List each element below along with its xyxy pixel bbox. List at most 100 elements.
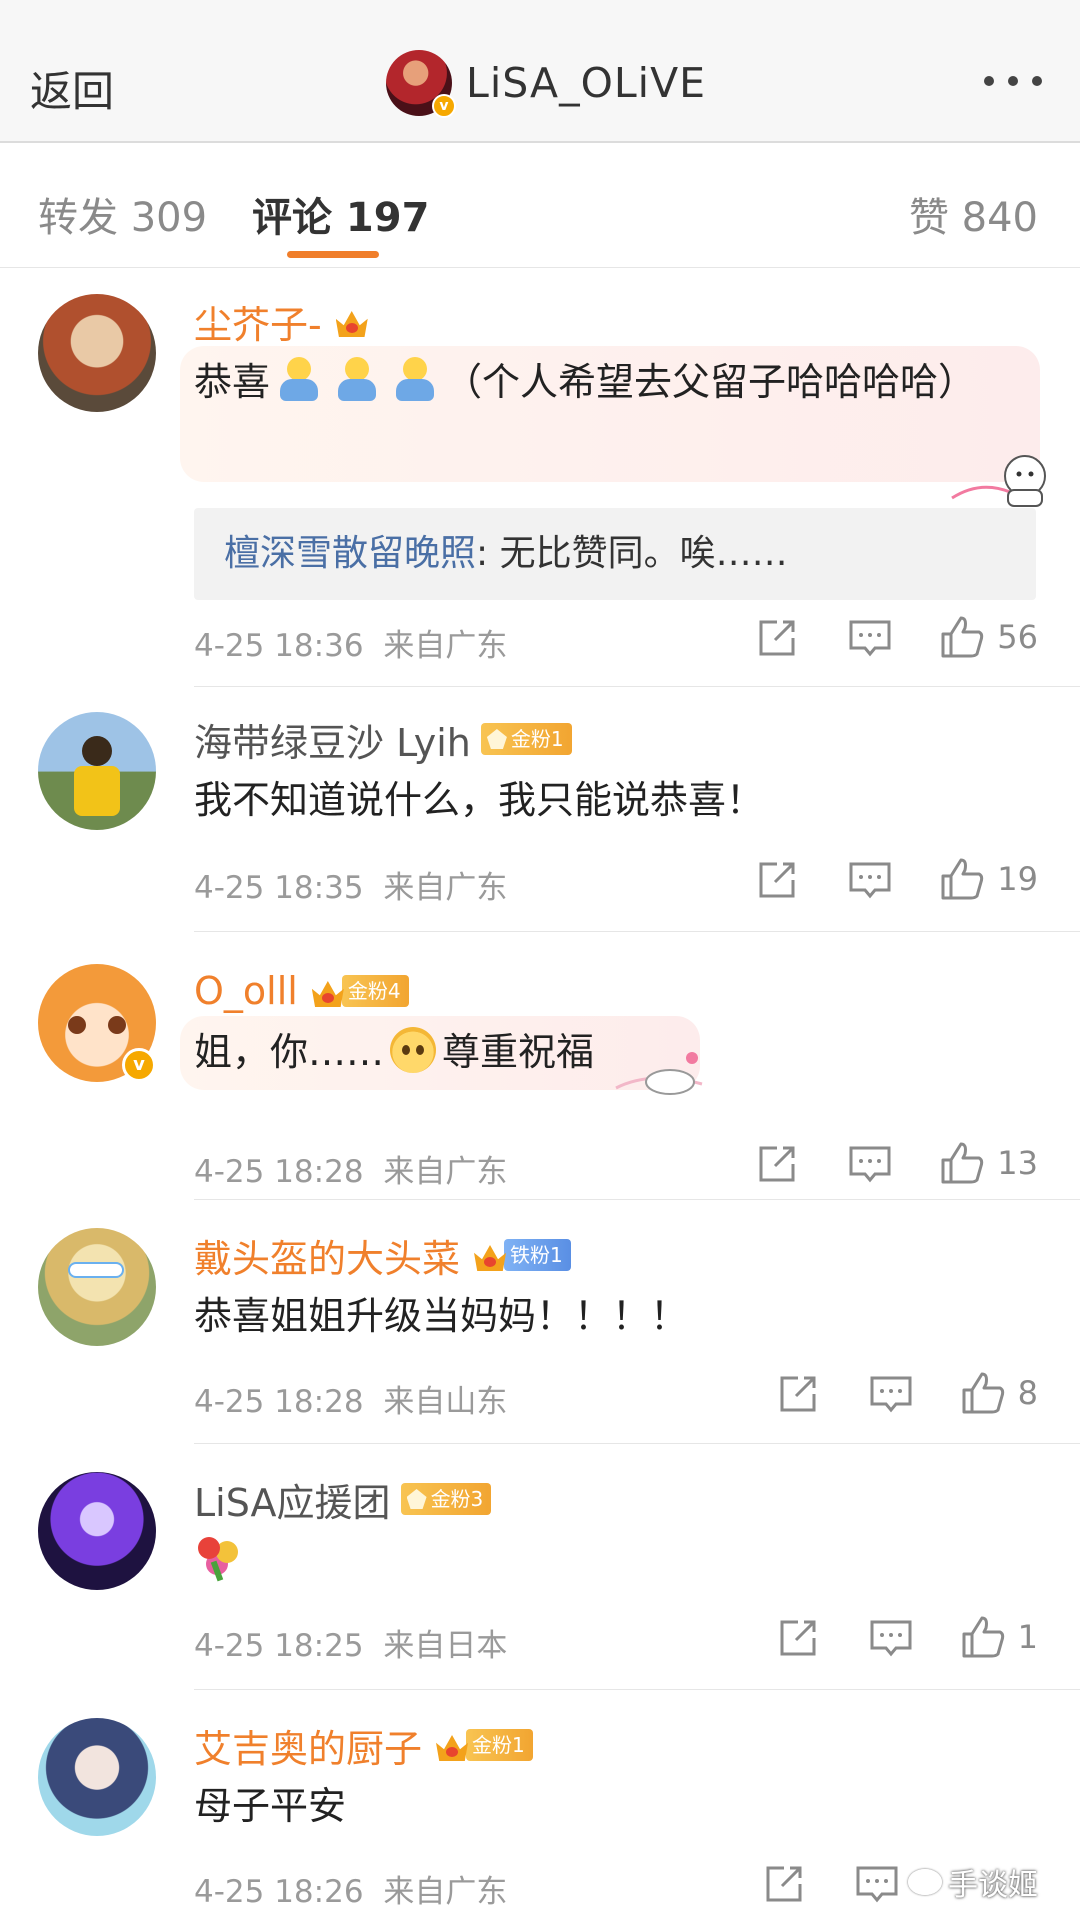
timestamp: 4-25 18:26 xyxy=(194,1874,364,1910)
avatar[interactable]: v xyxy=(386,50,456,118)
profile-title[interactable]: v LiSA_OLiVE xyxy=(386,48,706,118)
location: 来自广东 xyxy=(383,1154,508,1190)
dot-icon xyxy=(1008,76,1018,86)
timestamp: 4-25 18:28 xyxy=(194,1384,364,1420)
like-count: 8 xyxy=(1017,1374,1038,1412)
name-row: LiSA应援团 金粉3 xyxy=(194,1472,492,1527)
reply-icon[interactable] xyxy=(868,1370,914,1416)
comment-actions: 8 xyxy=(776,1370,1038,1416)
fan-badge: 金粉4 xyxy=(341,975,409,1007)
share-icon[interactable] xyxy=(755,614,801,660)
tab-repost[interactable]: 转发 309 xyxy=(38,185,207,243)
avatar[interactable] xyxy=(38,712,156,830)
comment-meta: 4-25 18:26 来自广东 xyxy=(194,1866,507,1911)
page-title: LiSA_OLiVE xyxy=(466,59,707,107)
comment-text: 恭喜 （个人希望去父留子哈哈哈哈） xyxy=(194,352,1014,413)
crown-icon xyxy=(332,301,372,341)
reply-username[interactable]: 檀深雪散留晚照 xyxy=(224,533,476,574)
crown-icon xyxy=(470,1235,510,1275)
reply-icon[interactable] xyxy=(847,856,893,902)
like-count: 19 xyxy=(997,860,1038,898)
like-icon[interactable] xyxy=(960,1614,1006,1660)
comment-meta: 4-25 18:36 来自广东 xyxy=(194,620,507,665)
pleading-face-emoji-icon xyxy=(390,1027,437,1073)
reply-icon[interactable] xyxy=(847,1140,893,1186)
comment-text: 我不知道说什么，我只能说恭喜！ xyxy=(194,778,765,822)
verified-badge: v xyxy=(432,94,456,118)
timestamp: 4-25 18:35 xyxy=(194,870,364,906)
like-count: 1 xyxy=(1017,1618,1038,1656)
share-icon[interactable] xyxy=(776,1370,822,1416)
share-icon[interactable] xyxy=(762,1860,808,1906)
tab-like[interactable]: 赞 840 xyxy=(909,185,1038,243)
fan-badge-label: 金粉3 xyxy=(430,1487,484,1511)
like-count: 13 xyxy=(997,1144,1038,1182)
fan-badge: 金粉1 xyxy=(466,1729,533,1761)
divider xyxy=(194,686,1080,687)
comment-text-part: （个人希望去父留子哈哈哈哈） xyxy=(444,360,977,404)
hug-emoji-icon xyxy=(392,357,438,403)
username[interactable]: LiSA应援团 xyxy=(194,1472,391,1527)
comment-actions: 13 xyxy=(755,1140,1038,1186)
share-icon[interactable] xyxy=(755,856,801,902)
timestamp: 4-25 18:28 xyxy=(194,1154,364,1190)
username[interactable]: 海带绿豆沙 Lyih xyxy=(194,712,471,767)
timestamp: 4-25 18:25 xyxy=(194,1628,364,1664)
comment-meta: 4-25 18:28 来自山东 xyxy=(194,1376,507,1421)
comment-actions xyxy=(762,1860,900,1906)
username[interactable]: O_olll xyxy=(194,969,298,1013)
avatar[interactable] xyxy=(38,1718,156,1836)
name-row: 海带绿豆沙 Lyih 金粉1 xyxy=(194,712,572,767)
comment-text: 姐，你…… 尊重祝福 xyxy=(194,1022,594,1083)
share-icon[interactable] xyxy=(755,1140,801,1186)
avatar[interactable] xyxy=(38,1228,156,1346)
location: 来自广东 xyxy=(383,870,508,906)
crown-icon xyxy=(432,1725,472,1765)
avatar[interactable] xyxy=(38,294,156,412)
comment-meta: 4-25 18:28 来自广东 xyxy=(194,1146,507,1191)
reply-icon[interactable] xyxy=(854,1860,900,1906)
tab-bar: 转发 309 评论 197 赞 840 xyxy=(0,145,1080,268)
flower-emoji-icon xyxy=(194,1535,240,1581)
dot-icon xyxy=(1032,76,1042,86)
like-icon[interactable] xyxy=(939,1140,985,1186)
location: 来自广东 xyxy=(383,1874,508,1910)
reply-icon[interactable] xyxy=(868,1614,914,1660)
comment-text: 母子平安 xyxy=(194,1784,347,1828)
verified-badge: v xyxy=(122,1048,156,1082)
gem-icon xyxy=(406,1489,427,1509)
wechat-icon xyxy=(908,1869,942,1895)
comment-text-part: 姐，你…… xyxy=(194,1030,385,1074)
username[interactable]: 艾吉奥的厨子 xyxy=(194,1718,422,1773)
comment-actions: 56 xyxy=(755,614,1038,660)
username[interactable]: 尘芥子- xyxy=(194,294,322,349)
comment-meta: 4-25 18:35 来自广东 xyxy=(194,862,507,907)
avatar[interactable] xyxy=(38,1472,156,1590)
name-row: 艾吉奥的厨子 金粉1 xyxy=(194,1718,533,1773)
comment-text: 恭喜姐姐升级当妈妈！！！！ xyxy=(194,1294,689,1338)
more-button[interactable] xyxy=(984,76,1042,86)
reply-preview[interactable]: 檀深雪散留晚照: 无比赞同。唉…… xyxy=(194,508,1036,600)
location: 来自广东 xyxy=(383,628,508,664)
username[interactable]: 戴头盔的大头菜 xyxy=(194,1228,460,1283)
like-count: 56 xyxy=(997,618,1038,656)
gem-icon xyxy=(486,729,507,749)
comment-text-part: 恭喜 xyxy=(194,360,271,404)
comment-actions: 1 xyxy=(776,1614,1038,1660)
watermark: 手谈姬 xyxy=(908,1860,1038,1904)
reply-icon[interactable] xyxy=(847,614,893,660)
location: 来自山东 xyxy=(383,1384,508,1420)
tab-active-indicator xyxy=(287,251,379,258)
top-bar: 返回 v LiSA_OLiVE xyxy=(0,0,1080,143)
comment-item: v O_olll 金粉4 姐，你…… 尊重祝福 4-25 18:28 来自广东 1… xyxy=(0,932,1080,1200)
like-icon[interactable] xyxy=(960,1370,1006,1416)
share-icon[interactable] xyxy=(776,1614,822,1660)
like-icon[interactable] xyxy=(939,614,985,660)
avatar[interactable]: v xyxy=(38,964,156,1082)
comment-item: 海带绿豆沙 Lyih 金粉1 我不知道说什么，我只能说恭喜！ 4-25 18:3… xyxy=(0,688,1080,932)
like-icon[interactable] xyxy=(939,856,985,902)
name-row: O_olll 金粉4 xyxy=(194,966,409,1016)
name-row: 戴头盔的大头菜 铁粉1 xyxy=(194,1228,571,1283)
back-button[interactable]: 返回 xyxy=(30,58,114,119)
location: 来自日本 xyxy=(383,1628,508,1664)
